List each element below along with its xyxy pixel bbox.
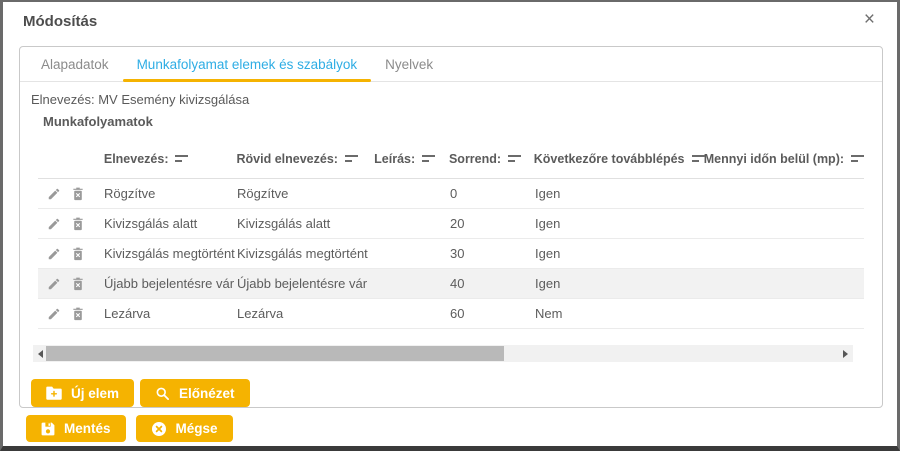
scroll-right-arrow-icon[interactable]: [843, 350, 848, 358]
column-header-description: Leírás:: [374, 152, 415, 166]
cell-order: 0: [450, 186, 535, 201]
sort-lines-icon[interactable]: [345, 154, 358, 163]
table-row: Rögzítve Rögzítve 0 Igen: [38, 179, 864, 209]
cell-name: Lezárva: [104, 306, 237, 321]
cell-next-step: Igen: [535, 246, 705, 261]
table-header-row: Elnevezés: Rövid elnevezés: Leírás: Sorr…: [38, 139, 864, 179]
table-row: Kivizsgálás alatt Kivizsgálás alatt 20 I…: [38, 209, 864, 239]
tab-alapadatok[interactable]: Alapadatok: [27, 47, 123, 81]
trash-icon[interactable]: [72, 307, 84, 321]
table-toolbar: Új elem Előnézet: [31, 379, 874, 407]
tab-content: Elnevezés: MV Esemény kivizsgálása Munka…: [20, 82, 882, 407]
trash-icon[interactable]: [72, 247, 84, 261]
cancel-button[interactable]: Mégse: [136, 415, 233, 442]
pencil-icon[interactable]: [47, 247, 61, 261]
cell-name: Kivizsgálás alatt: [104, 216, 237, 231]
trash-icon[interactable]: [72, 277, 84, 291]
cell-order: 20: [450, 216, 535, 231]
sort-lines-icon[interactable]: [851, 154, 864, 163]
cell-short-name: Újabb bejelentésre vár: [237, 276, 375, 291]
cell-order: 40: [450, 276, 535, 291]
cell-name: Kivizsgálás megtörtént: [104, 246, 237, 261]
workflow-table: Elnevezés: Rövid elnevezés: Leírás: Sorr…: [38, 139, 864, 329]
scrollbar-thumb[interactable]: [46, 346, 504, 361]
column-header-next-step: Következőre továbblépés: [534, 152, 685, 166]
column-header-short-name: Rövid elnevezés:: [237, 152, 338, 166]
pencil-icon[interactable]: [47, 307, 61, 321]
cell-next-step: Igen: [535, 276, 705, 291]
magnifier-icon: [155, 386, 170, 401]
column-header-name: Elnevezés:: [104, 152, 169, 166]
cell-order: 30: [450, 246, 535, 261]
tab-munkafolyamat-elemek[interactable]: Munkafolyamat elemek és szabályok: [123, 47, 372, 81]
trash-icon[interactable]: [72, 217, 84, 231]
cell-short-name: Lezárva: [237, 306, 375, 321]
tab-panel: Alapadatok Munkafolyamat elemek és szabá…: [19, 46, 883, 408]
floppy-disk-icon: [41, 422, 55, 436]
circle-x-icon: [151, 421, 167, 437]
tab-bar: Alapadatok Munkafolyamat elemek és szabá…: [20, 47, 882, 82]
table-row-highlighted: Újabb bejelentésre vár Újabb bejelentésr…: [38, 269, 864, 299]
pencil-icon[interactable]: [47, 277, 61, 291]
cell-next-step: Nem: [535, 306, 705, 321]
cell-next-step: Igen: [535, 186, 705, 201]
cell-next-step: Igen: [535, 216, 705, 231]
scroll-left-arrow-icon[interactable]: [38, 350, 43, 358]
section-title: Munkafolyamatok: [43, 114, 874, 129]
save-button[interactable]: Mentés: [26, 415, 126, 442]
modification-dialog: Módosítás × Alapadatok Munkafolyamat ele…: [0, 0, 900, 451]
horizontal-scrollbar[interactable]: [33, 345, 853, 362]
column-header-time-limit: Mennyi időn belül (mp):: [704, 152, 844, 166]
close-icon[interactable]: ×: [864, 10, 875, 29]
cell-name: Rögzítve: [104, 186, 237, 201]
preview-button[interactable]: Előnézet: [140, 379, 250, 407]
table-row: Lezárva Lezárva 60 Nem: [38, 299, 864, 329]
pencil-icon[interactable]: [47, 187, 61, 201]
folder-plus-icon: [46, 386, 62, 400]
dialog-title: Módosítás: [23, 13, 97, 30]
cell-short-name: Kivizsgálás alatt: [237, 216, 375, 231]
sort-lines-icon[interactable]: [508, 154, 521, 163]
cell-short-name: Kivizsgálás megtörtént: [237, 246, 375, 261]
sort-lines-icon[interactable]: [175, 154, 188, 163]
trash-icon[interactable]: [72, 187, 84, 201]
table-row: Kivizsgálás megtörtént Kivizsgálás megtö…: [38, 239, 864, 269]
entity-name-label: Elnevezés: MV Esemény kivizsgálása: [31, 92, 874, 107]
tab-nyelvek[interactable]: Nyelvek: [371, 47, 447, 81]
column-header-order: Sorrend:: [449, 152, 501, 166]
cell-order: 60: [450, 306, 535, 321]
sort-lines-icon[interactable]: [692, 154, 705, 163]
pencil-icon[interactable]: [47, 217, 61, 231]
cell-name: Újabb bejelentésre vár: [104, 276, 237, 291]
cell-short-name: Rögzítve: [237, 186, 375, 201]
dialog-footer: Mentés Mégse: [26, 415, 233, 442]
sort-lines-icon[interactable]: [422, 154, 435, 163]
new-item-button[interactable]: Új elem: [31, 379, 134, 407]
